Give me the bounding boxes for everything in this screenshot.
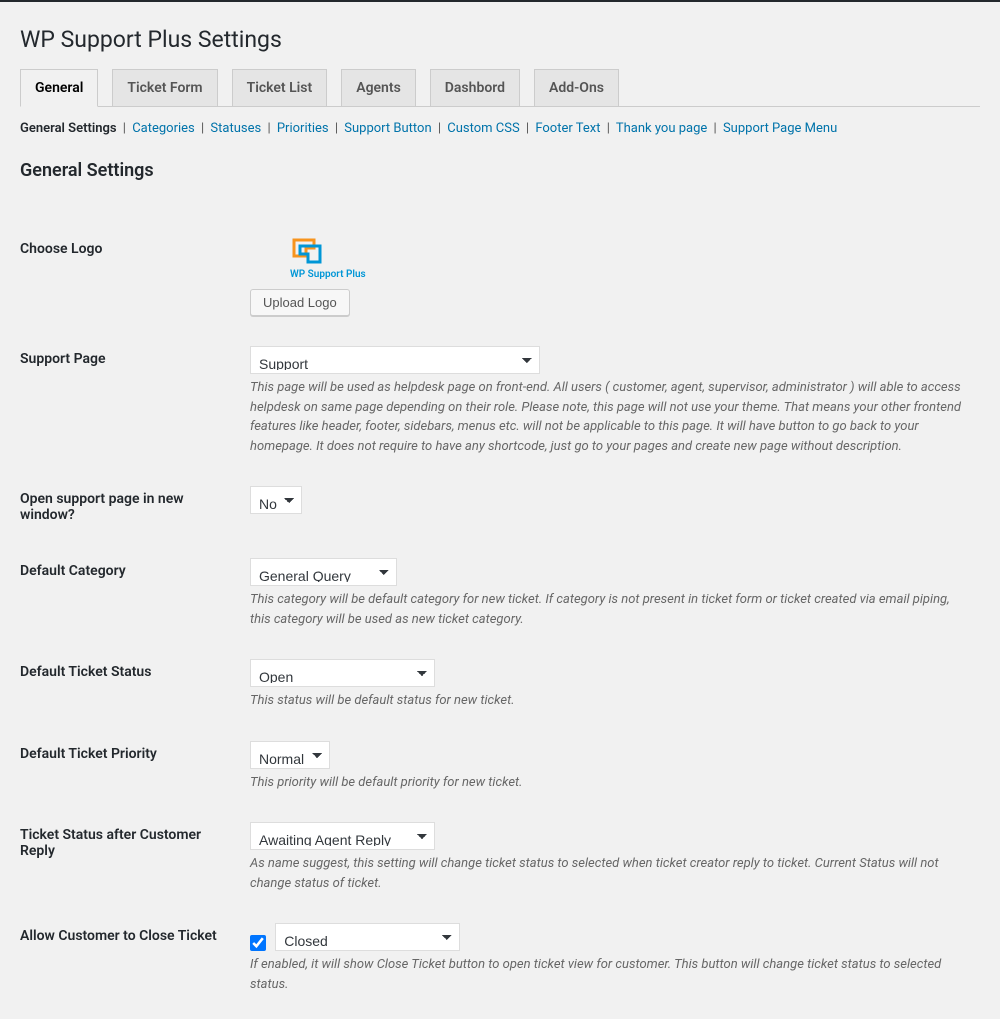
subnav: General Settings | Categories | Statuses… — [20, 121, 980, 136]
section-title: General Settings — [20, 160, 980, 181]
tab-agents[interactable]: Agents — [341, 69, 416, 106]
tab-general[interactable]: General — [20, 69, 98, 107]
allow-close-label: Allow Customer to Close Ticket — [20, 908, 240, 1009]
allow-close-desc: If enabled, it will show Close Ticket bu… — [250, 955, 970, 994]
status-after-reply-desc: As name suggest, this setting will chang… — [250, 854, 970, 893]
default-status-select[interactable]: Open — [250, 659, 435, 687]
subnav-support-page-menu[interactable]: Support Page Menu — [723, 121, 837, 136]
choose-logo-label: Choose Logo — [20, 221, 240, 331]
main-tabs: General Ticket Form Ticket List Agents D… — [20, 69, 980, 107]
wp-support-plus-logo-icon — [290, 236, 324, 266]
subnav-statuses[interactable]: Statuses — [210, 121, 261, 136]
subnav-custom-css[interactable]: Custom CSS — [447, 121, 519, 136]
upload-logo-button[interactable]: Upload Logo — [250, 289, 350, 316]
default-category-label: Default Category — [20, 543, 240, 644]
tab-dashboard[interactable]: Dashbord — [430, 69, 520, 106]
default-status-desc: This status will be default status for n… — [250, 691, 970, 711]
page-title: WP Support Plus Settings — [20, 26, 980, 53]
subnav-priorities[interactable]: Priorities — [277, 121, 329, 136]
tab-ticket-list[interactable]: Ticket List — [232, 69, 328, 106]
default-status-label: Default Ticket Status — [20, 644, 240, 726]
subnav-thank-you[interactable]: Thank you page — [616, 121, 707, 136]
subnav-categories[interactable]: Categories — [132, 121, 195, 136]
default-category-select[interactable]: General Query — [250, 558, 397, 586]
support-page-label: Support Page — [20, 331, 240, 471]
tab-addons[interactable]: Add-Ons — [534, 69, 619, 106]
default-priority-select[interactable]: Normal — [250, 741, 330, 769]
logo-brand-text: WP Support Plus — [290, 269, 366, 280]
tab-ticket-form[interactable]: Ticket Form — [112, 69, 217, 106]
open-new-window-select[interactable]: No — [250, 486, 302, 514]
status-after-reply-select[interactable]: Awaiting Agent Reply — [250, 822, 435, 850]
allow-close-checkbox[interactable] — [250, 935, 266, 951]
subnav-general-settings[interactable]: General Settings — [20, 121, 117, 136]
logo-preview: WP Support Plus — [290, 236, 366, 281]
default-category-desc: This category will be default category f… — [250, 590, 970, 629]
open-new-window-label: Open support page in new window? — [20, 471, 240, 543]
default-priority-desc: This priority will be default priority f… — [250, 773, 970, 793]
allow-close-select[interactable]: Closed — [275, 923, 460, 951]
support-page-desc: This page will be used as helpdesk page … — [250, 378, 970, 456]
subnav-footer-text[interactable]: Footer Text — [535, 121, 600, 136]
status-after-reply-label: Ticket Status after Customer Reply — [20, 807, 240, 908]
support-page-select[interactable]: Support — [250, 346, 540, 374]
default-priority-label: Default Ticket Priority — [20, 726, 240, 808]
subnav-support-button[interactable]: Support Button — [344, 121, 431, 136]
